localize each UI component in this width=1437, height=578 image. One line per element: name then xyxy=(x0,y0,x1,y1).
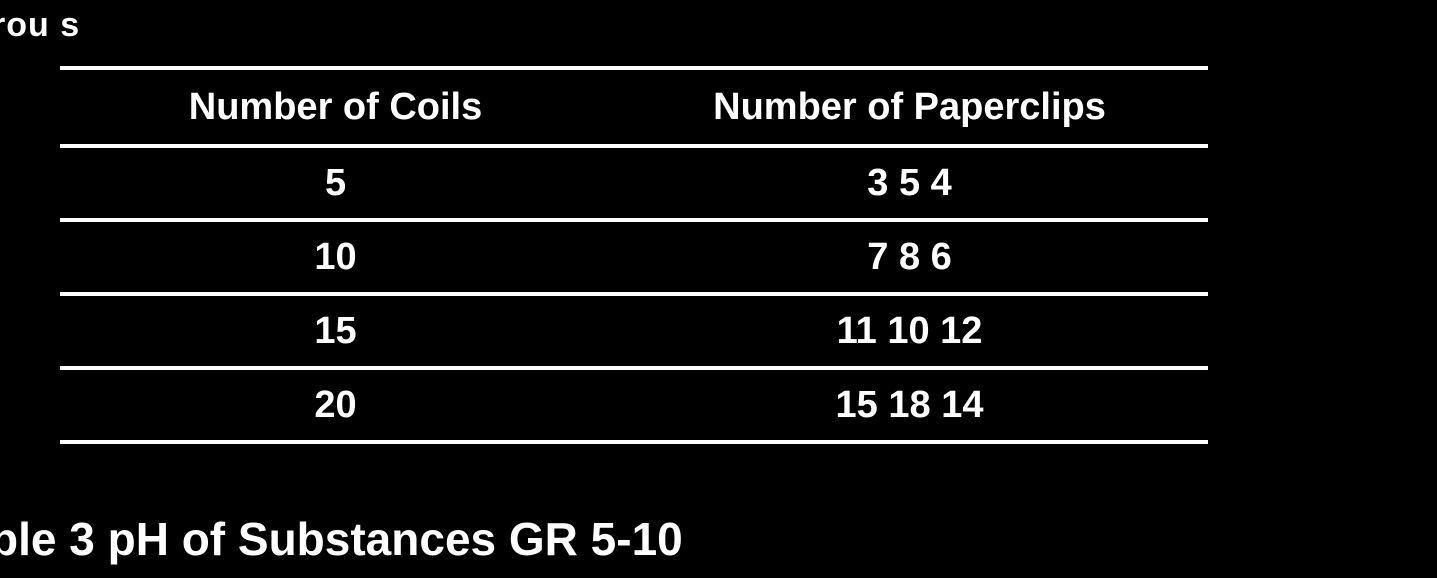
table-header-row: Number of Coils Number of Paperclips xyxy=(60,68,1208,146)
data-table-container: Number of Coils Number of Paperclips 5 3… xyxy=(60,66,1208,444)
cell-paperclips: 7 8 6 xyxy=(867,235,952,278)
data-table: Number of Coils Number of Paperclips 5 3… xyxy=(60,66,1208,444)
cell-coils: 20 xyxy=(314,383,357,426)
top-caption: rou s xyxy=(0,6,81,44)
table-row: 15 11 10 12 xyxy=(60,294,1208,368)
cell-paperclips: 3 5 4 xyxy=(867,161,952,204)
cell-coils: 10 xyxy=(314,235,357,278)
cell-paperclips: 11 10 12 xyxy=(836,309,983,352)
table-row: 10 7 8 6 xyxy=(60,220,1208,294)
header-number-of-paperclips: Number of Paperclips xyxy=(713,85,1106,128)
header-number-of-coils: Number of Coils xyxy=(188,85,483,128)
cell-coils: 5 xyxy=(324,161,347,204)
table-row: 5 3 5 4 xyxy=(60,146,1208,220)
table-row: 20 15 18 14 xyxy=(60,368,1208,442)
bottom-caption: ble 3 pH of Substances GR 5-10 xyxy=(0,513,683,565)
cell-paperclips: 15 18 14 xyxy=(835,383,984,426)
cell-coils: 15 xyxy=(314,309,357,352)
